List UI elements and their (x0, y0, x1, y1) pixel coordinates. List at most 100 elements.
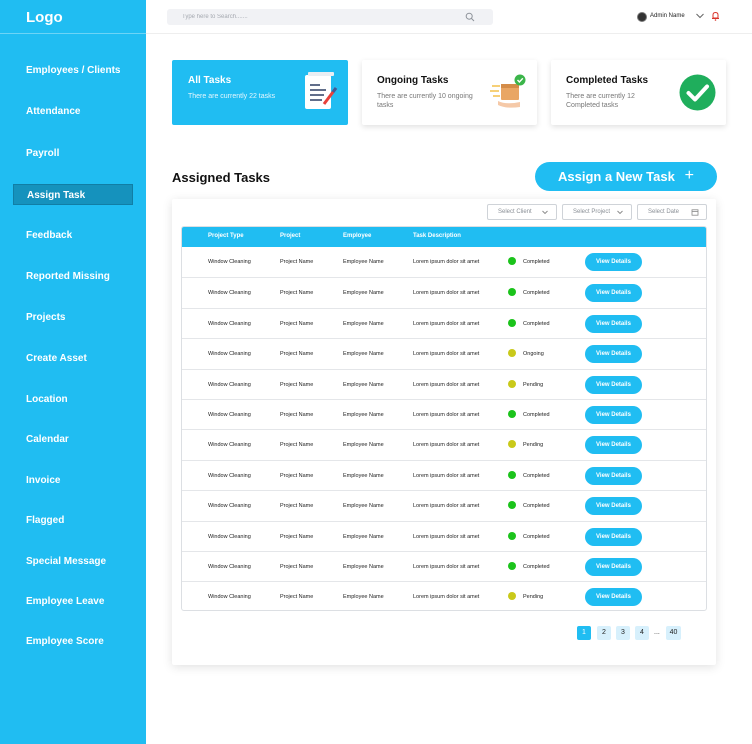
view-details-button[interactable]: View Details (585, 527, 642, 546)
view-details-button[interactable]: View Details (585, 497, 642, 516)
cell-project: Project Name (280, 290, 314, 297)
sidebar-item-calendar[interactable]: Calendar (13, 429, 133, 450)
cell-description: Lorem ipsum dolor sit amet (413, 472, 480, 479)
chevron-down-icon[interactable] (695, 12, 705, 20)
calendar-icon (691, 209, 699, 216)
page-ellipsis: ... (654, 629, 660, 636)
assign-new-task-button[interactable]: Assign a New Task + (535, 162, 717, 191)
logo[interactable]: Logo (26, 9, 63, 26)
view-details-button[interactable]: View Details (585, 284, 642, 303)
card-title: Ongoing Tasks (377, 75, 449, 86)
sidebar-item-attendance[interactable]: Attendance (13, 101, 133, 122)
card-completed-tasks[interactable]: Completed Tasks There are currently 12 C… (551, 60, 726, 125)
page-button-1[interactable]: 1 (577, 626, 591, 640)
cell-description: Lorem ipsum dolor sit amet (413, 290, 480, 297)
cell-employee: Employee Name (343, 503, 384, 510)
card-subtitle: There are currently 10 ongoing tasks (377, 93, 473, 109)
avatar[interactable] (637, 12, 647, 22)
sidebar-item-projects[interactable]: Projects (13, 307, 133, 328)
card-all-tasks[interactable]: All Tasks There are currently 22 tasks (172, 60, 348, 125)
cell-project: Project Name (280, 411, 314, 418)
card-ongoing-tasks[interactable]: Ongoing Tasks There are currently 10 ong… (362, 60, 537, 125)
view-details-button[interactable]: View Details (585, 466, 642, 485)
topbar: Admin Name (146, 0, 752, 34)
status-dot (508, 440, 516, 449)
sidebar-item-flagged[interactable]: Flagged (13, 510, 133, 531)
select-date-picker[interactable]: Select Date (637, 204, 707, 220)
page-title: Assigned Tasks (172, 170, 271, 185)
search-input[interactable] (167, 9, 493, 25)
page-button-4[interactable]: 4 (635, 626, 649, 640)
sidebar-item-employee-leave[interactable]: Employee Leave (13, 591, 133, 612)
sidebar-item-payroll[interactable]: Payroll (13, 143, 133, 164)
table-row: Window Cleaning Project Name Employee Name… (182, 368, 706, 399)
view-details-button[interactable]: View Details (585, 253, 642, 271)
view-details-button[interactable]: View Details (585, 436, 642, 455)
plus-icon: + (684, 167, 694, 184)
cell-project: Project Name (280, 533, 314, 540)
admin-name[interactable]: Admin Name (650, 13, 685, 19)
sidebar-item-assign-task[interactable]: Assign Task (13, 184, 133, 205)
cell-employee: Employee Name (343, 259, 384, 265)
cell-description: Lorem ipsum dolor sit amet (413, 503, 480, 510)
status-label: Completed (523, 320, 550, 327)
cell-project: Project Name (280, 472, 314, 479)
cell-project: Project Name (280, 594, 314, 601)
status-label: Completed (523, 563, 550, 570)
page-button-2[interactable]: 2 (597, 626, 611, 640)
cell-employee: Employee Name (343, 594, 384, 601)
sidebar-item-location[interactable]: Location (13, 389, 133, 410)
view-details-button[interactable]: View Details (585, 375, 642, 394)
sidebar-item-employees-clients[interactable]: Employees / Clients (13, 60, 133, 81)
view-details-button[interactable]: View Details (585, 557, 642, 576)
cell-project-type: Window Cleaning (208, 259, 251, 265)
table-row: Window Cleaning Project Name Employee Name… (182, 550, 706, 581)
cell-project-type: Window Cleaning (208, 290, 251, 297)
status-label: Pending (523, 381, 544, 388)
sidebar-item-create-asset[interactable]: Create Asset (13, 348, 133, 369)
sidebar-item-reported-missing[interactable]: Reported Missing (13, 266, 133, 287)
cell-employee: Employee Name (343, 411, 384, 418)
select-client-dropdown[interactable]: Select Client (487, 204, 557, 220)
sidebar-item-special-message[interactable]: Special Message (13, 551, 133, 572)
page-button-last[interactable]: 40 (666, 626, 681, 640)
view-details-button[interactable]: View Details (585, 345, 642, 364)
cell-description: Lorem ipsum dolor sit amet (413, 442, 480, 449)
table-row: Window Cleaning Project Name Employee Name… (182, 581, 706, 610)
sidebar-item-invoice[interactable]: Invoice (13, 470, 133, 491)
view-details-button[interactable]: View Details (585, 588, 642, 607)
column-project-type: Project Type (208, 233, 244, 239)
view-details-button[interactable]: View Details (585, 405, 642, 424)
status-label: Completed (523, 503, 550, 510)
bell-icon[interactable] (711, 11, 720, 21)
status-label: Completed (523, 411, 550, 418)
cell-project-type: Window Cleaning (208, 563, 251, 570)
table-row: Window Cleaning Project Name Employee Name… (182, 429, 706, 459)
cell-employee: Employee Name (343, 351, 384, 358)
page-button-3[interactable]: 3 (616, 626, 630, 640)
status-dot (508, 318, 516, 327)
sidebar-item-feedback[interactable]: Feedback (13, 225, 133, 246)
chevron-down-icon (617, 210, 623, 215)
card-subtitle: There are currently 12 Completed tasks (566, 93, 635, 109)
status-dot (508, 288, 516, 297)
select-project-dropdown[interactable]: Select Project (562, 204, 632, 220)
status-dot (508, 379, 516, 388)
select-client-label: Select Client (498, 209, 532, 215)
table-row: Window Cleaning Project Name Employee Name… (182, 490, 706, 520)
sidebar-item-employee-score[interactable]: Employee Score (13, 631, 133, 652)
cell-description: Lorem ipsum dolor sit amet (413, 594, 480, 601)
cell-project: Project Name (280, 259, 314, 265)
cell-project: Project Name (280, 320, 314, 327)
search-icon[interactable] (465, 12, 475, 22)
status-dot (508, 561, 516, 570)
status-dot (508, 257, 516, 265)
status-label: Completed (523, 533, 550, 540)
cell-description: Lorem ipsum dolor sit amet (413, 259, 480, 265)
chevron-down-icon (542, 210, 548, 215)
check-circle-icon (679, 74, 716, 111)
cell-employee: Employee Name (343, 472, 384, 479)
tasks-table: Project Type Project Employee Task Descr… (181, 226, 707, 611)
cell-project: Project Name (280, 381, 314, 388)
view-details-button[interactable]: View Details (585, 314, 642, 333)
